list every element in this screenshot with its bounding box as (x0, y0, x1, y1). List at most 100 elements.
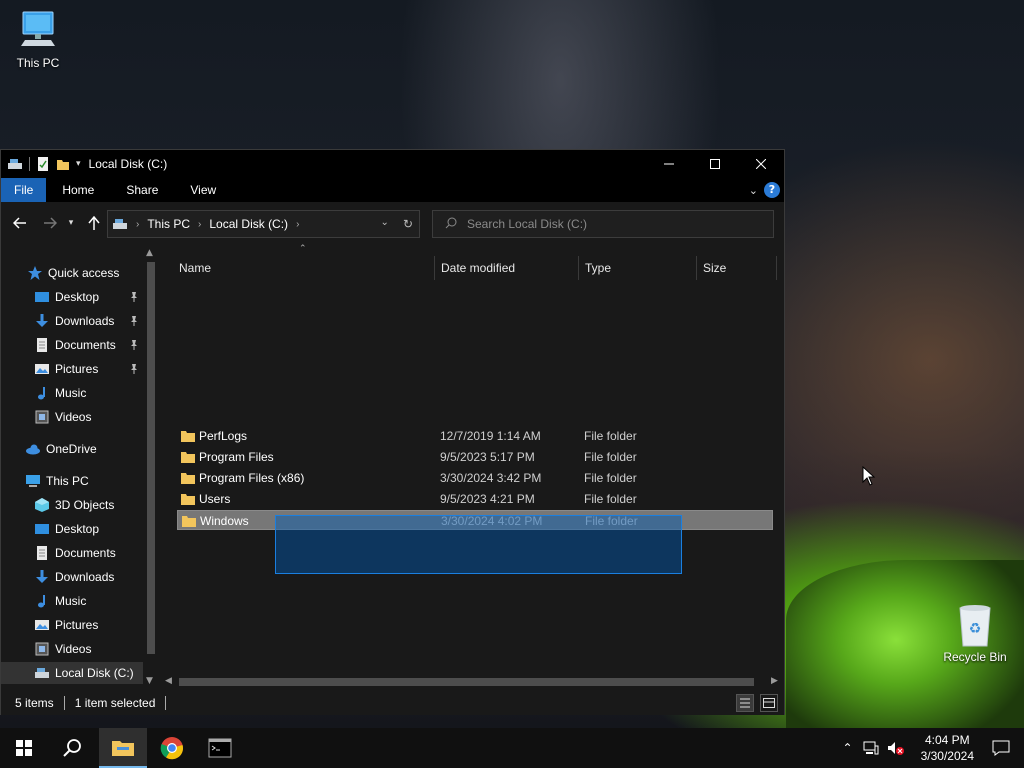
table-row[interactable]: Program Files 9/5/2023 5:17 PM File fold… (177, 447, 773, 467)
details-view-icon (740, 698, 750, 708)
search-button[interactable] (48, 728, 96, 768)
search-box[interactable] (432, 210, 774, 238)
tab-share[interactable]: Share (110, 178, 174, 202)
ribbon-tabs: File Home Share View ⌄ ? (1, 178, 784, 202)
tab-file[interactable]: File (1, 178, 47, 202)
sidebar-item-videos[interactable]: Videos (1, 638, 143, 660)
address-bar-row: ▾ › This PC › Local Disk (C:) › ⌄ ↻ (1, 202, 784, 244)
maximize-button[interactable] (692, 150, 738, 178)
chevron-down-icon[interactable]: ▾ (76, 159, 81, 169)
show-hidden-icons-icon[interactable]: ⌃ (843, 741, 853, 755)
sidebar-item-music[interactable]: Music (1, 382, 143, 404)
column-header-size[interactable]: Size (697, 256, 777, 280)
address-history-dropdown[interactable]: ⌄ (381, 217, 389, 231)
file-name: Program Files (199, 450, 274, 464)
sidebar-item-downloads[interactable]: Downloads (1, 566, 143, 588)
up-button[interactable] (85, 214, 103, 232)
refresh-icon[interactable]: ↻ (403, 217, 413, 231)
navigation-pane[interactable]: Quick access Desktop Downloads Documents… (1, 244, 159, 690)
address-field[interactable]: › This PC › Local Disk (C:) › ⌄ ↻ (107, 210, 420, 238)
new-folder-icon[interactable] (56, 157, 70, 171)
music-icon (38, 595, 45, 608)
sidebar-item-documents[interactable]: Documents (1, 542, 143, 564)
maximize-icon (710, 159, 720, 169)
scroll-down-icon[interactable]: ▼ (146, 676, 153, 686)
notifications-icon[interactable] (992, 740, 1010, 756)
taskbar-chrome[interactable] (148, 728, 196, 768)
column-header-name[interactable]: Name (173, 256, 435, 280)
column-header-date-modified[interactable]: Date modified (435, 256, 579, 280)
sidebar-item-videos[interactable]: Videos (1, 406, 143, 428)
title-bar[interactable]: ▾ Local Disk (C:) (1, 150, 784, 178)
pin-icon[interactable] (129, 315, 139, 327)
sidebar-item-desktop[interactable]: Desktop (1, 518, 143, 540)
explorer-window[interactable]: ▾ Local Disk (C:) File Home Share View ⌄… (0, 149, 785, 715)
forward-button[interactable] (41, 214, 59, 232)
desktop-icon-recycle-bin[interactable]: ♻ Recycle Bin (937, 602, 1013, 664)
address-tools: ⌄ ↻ (381, 217, 413, 231)
back-button[interactable] (11, 214, 29, 232)
clock[interactable]: 4:04 PM 3/30/2024 (921, 732, 974, 764)
status-divider (63, 695, 65, 710)
breadcrumb-separator[interactable]: › (198, 219, 201, 230)
svg-text:♻: ♻ (969, 621, 982, 637)
computer-icon (26, 475, 40, 487)
table-row[interactable]: PerfLogs 12/7/2019 1:14 AM File folder (177, 426, 773, 446)
table-row[interactable]: Program Files (x86) 3/30/2024 3:42 PM Fi… (177, 468, 773, 488)
sidebar-item-documents[interactable]: Documents (1, 334, 143, 356)
sidebar-item-music[interactable]: Music (1, 590, 143, 612)
drive-icon (35, 668, 49, 678)
sidebar-item-desktop[interactable]: Desktop (1, 286, 143, 308)
breadcrumb-separator[interactable]: › (296, 219, 299, 230)
sidebar-item-this-pc[interactable]: This PC (1, 470, 143, 492)
start-button[interactable] (0, 728, 48, 768)
recent-locations-button[interactable]: ▾ (65, 214, 77, 232)
minimize-button[interactable] (646, 150, 692, 178)
sidebar-item-pictures[interactable]: Pictures (1, 358, 143, 380)
close-icon (756, 159, 766, 169)
pin-icon[interactable] (129, 363, 139, 375)
sidebar-item-label: Documents (55, 338, 116, 352)
file-list[interactable]: ⌃ Name Date modified Type Size PerfLogs … (159, 244, 784, 690)
search-input[interactable] (467, 217, 757, 231)
scroll-left-icon[interactable]: ◀ (165, 676, 172, 686)
column-header-type[interactable]: Type (579, 256, 697, 280)
file-list-horizontal-scrollbar[interactable]: ◀ ▶ (159, 674, 784, 690)
network-icon[interactable] (863, 740, 879, 756)
pin-icon[interactable] (129, 339, 139, 351)
breadcrumb-local-disk[interactable]: Local Disk (C:) (209, 217, 288, 231)
file-date: 3/30/2024 3:42 PM (440, 471, 542, 485)
desktop-icon-this-pc[interactable]: This PC (0, 8, 76, 70)
taskbar-file-explorer[interactable] (99, 728, 147, 768)
toolbar-divider (29, 157, 30, 171)
folder-icon (181, 494, 195, 505)
sidebar-item-label: Music (55, 594, 87, 608)
sidebar-item-onedrive[interactable]: OneDrive (1, 438, 143, 460)
help-icon[interactable]: ? (764, 182, 780, 198)
sidebar-item-3d-objects[interactable]: 3D Objects (1, 494, 143, 516)
cloud-icon (26, 444, 40, 455)
sidebar-item-pictures[interactable]: Pictures (1, 614, 143, 636)
file-type: File folder (584, 450, 637, 464)
details-view-button[interactable] (736, 694, 754, 712)
navpane-scrollbar[interactable]: ▲ ▼ (143, 244, 159, 690)
expand-ribbon-icon[interactable]: ⌄ (749, 184, 758, 197)
scroll-up-icon[interactable]: ▲ (146, 248, 153, 258)
scrollbar-thumb[interactable] (179, 678, 754, 686)
properties-icon[interactable] (36, 156, 50, 172)
sidebar-item-local-disk[interactable]: Local Disk (C:) (1, 662, 143, 684)
sidebar-item-downloads[interactable]: Downloads (1, 310, 143, 332)
volume-muted-icon[interactable] (887, 740, 905, 756)
tab-view[interactable]: View (174, 178, 232, 202)
taskbar-command-prompt[interactable] (196, 728, 244, 768)
scrollbar-thumb[interactable] (147, 262, 155, 654)
sidebar-item-quick-access[interactable]: Quick access (1, 262, 143, 284)
sidebar-item-label: Pictures (55, 618, 99, 632)
tab-home[interactable]: Home (46, 178, 110, 202)
pin-icon[interactable] (129, 291, 139, 303)
breadcrumb-this-pc[interactable]: This PC (147, 217, 190, 231)
close-button[interactable] (738, 150, 784, 178)
scroll-right-icon[interactable]: ▶ (771, 676, 778, 686)
table-row[interactable]: Users 9/5/2023 4:21 PM File folder (177, 489, 773, 509)
large-icons-view-button[interactable] (760, 694, 778, 712)
